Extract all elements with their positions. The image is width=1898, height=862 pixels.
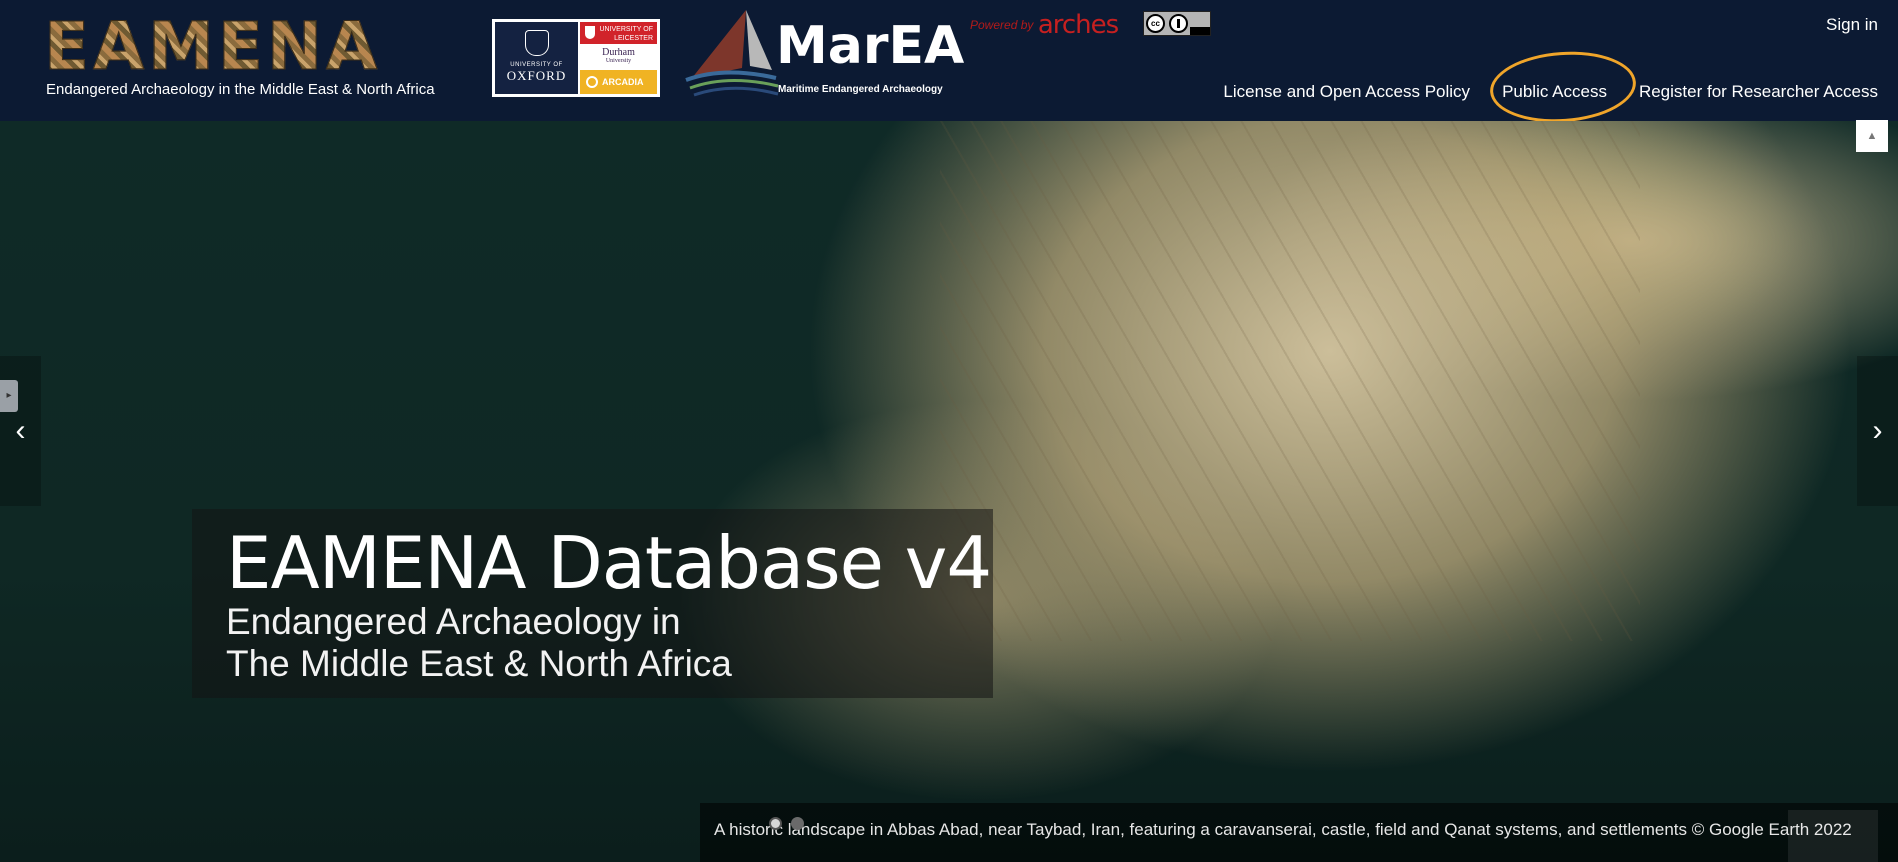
hero-title: EAMENA Database v4 <box>226 521 992 605</box>
side-panel-toggle-icon[interactable]: ▸ <box>0 380 18 412</box>
cc-license-badge[interactable]: cc <box>1143 11 1211 36</box>
leicester-shield-icon <box>585 26 595 39</box>
oxford-logo-text: OXFORD <box>506 68 567 83</box>
arcadia-mark-icon <box>586 76 598 88</box>
attribution-icon <box>1169 14 1188 33</box>
powered-by-label: Powered by <box>970 18 1034 32</box>
carousel-dot-active[interactable] <box>769 817 782 830</box>
durham-logo-text: Durham <box>602 47 635 58</box>
by-bar <box>1190 27 1210 35</box>
hero-caption-text: A historic landscape in Abbas Abad, near… <box>714 820 1852 839</box>
sign-in-link[interactable]: Sign in <box>1826 15 1878 35</box>
hero-subtitle-line2: The Middle East & North Africa <box>226 643 732 684</box>
carousel-dot[interactable] <box>791 817 804 830</box>
eamena-logo-wordmark: EAMENA <box>44 13 482 80</box>
oxford-crest-icon <box>524 30 549 56</box>
license-policy-link[interactable]: License and Open Access Policy <box>1223 82 1470 102</box>
arcadia-logo-text: ARCADIA <box>602 77 644 87</box>
hero-satellite-texture <box>940 121 1640 641</box>
hero-carousel <box>0 121 1898 862</box>
leicester-logo: UNIVERSITY OF LEICESTER <box>580 22 657 44</box>
hero-title-box: EAMENA Database v4 Endangered Archaeolog… <box>192 509 993 698</box>
caption-toggle-button[interactable] <box>1788 810 1878 862</box>
powered-by-arches[interactable]: Powered by arches <box>970 10 1119 40</box>
register-researcher-link[interactable]: Register for Researcher Access <box>1639 82 1878 102</box>
annotation-circle <box>1487 46 1639 128</box>
marea-subtitle: Maritime Endangered Archaeology <box>778 84 943 95</box>
marea-sail-icon <box>685 10 779 97</box>
durham-logo: Durham University <box>580 45 657 69</box>
scroll-top-icon[interactable]: ▲ <box>1856 120 1888 152</box>
eamena-logo-subtitle: Endangered Archaeology in the Middle Eas… <box>46 81 435 98</box>
durham-logo-small-text: University <box>605 58 632 64</box>
arches-logo: arches <box>1037 10 1119 40</box>
partner-logos[interactable]: UNIVERSITY OF OXFORD UNIVERSITY OF LEICE… <box>492 19 660 97</box>
oxford-logo: UNIVERSITY OF OXFORD <box>495 22 578 94</box>
carousel-prev-button[interactable]: ‹ <box>0 356 41 506</box>
site-header: EAMENA Endangered Archaeology in the Mid… <box>0 0 1898 128</box>
eamena-logo[interactable]: EAMENA Endangered Archaeology in the Mid… <box>44 13 482 102</box>
arcadia-logo: ARCADIA <box>580 70 657 94</box>
hero-subtitle-line1: Endangered Archaeology in <box>226 601 681 642</box>
hero-caption: A historic landscape in Abbas Abad, near… <box>700 803 1898 862</box>
marea-logo[interactable]: MarEA Maritime Endangered Archaeology <box>684 8 964 100</box>
cc-icon: cc <box>1146 14 1165 33</box>
carousel-next-button[interactable]: › <box>1857 356 1898 506</box>
marea-wordmark: MarEA <box>776 16 965 76</box>
